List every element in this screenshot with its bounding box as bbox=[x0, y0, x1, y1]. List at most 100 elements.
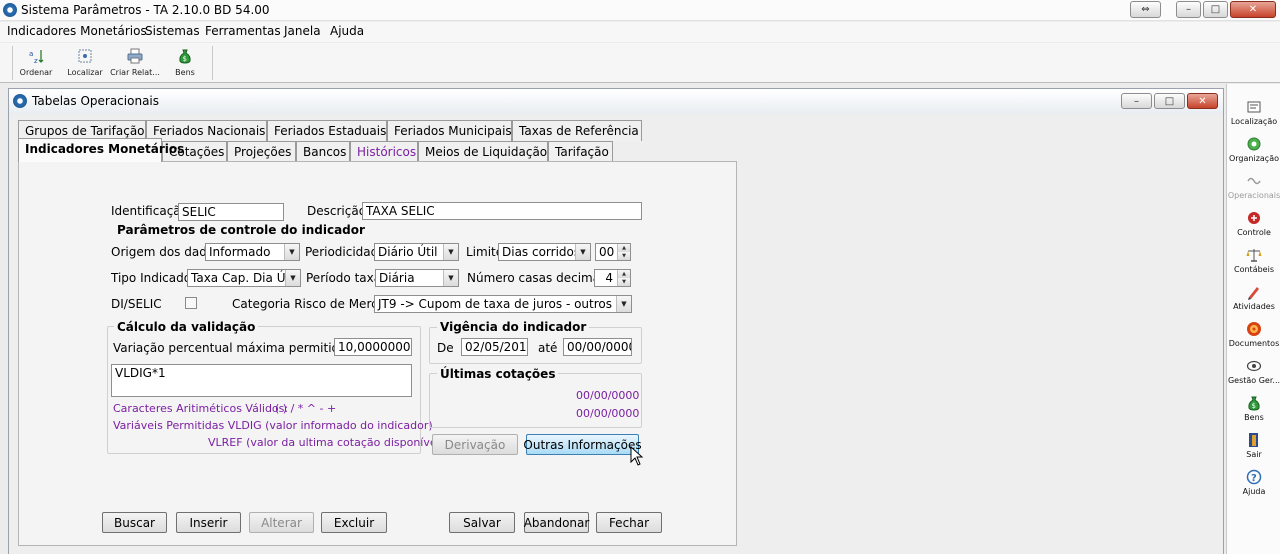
derivacao-button[interactable]: Derivação bbox=[432, 434, 518, 455]
alterar-button[interactable]: Alterar bbox=[249, 512, 314, 533]
tab-bancos[interactable]: Bancos bbox=[296, 141, 350, 162]
tab-indicadores-monetarios[interactable]: Indicadores Monetários bbox=[18, 138, 184, 162]
sidebar-item-sair[interactable]: Sair bbox=[1227, 431, 1280, 459]
sort-az-icon: az bbox=[26, 47, 46, 65]
money-bag-icon: $ bbox=[1245, 394, 1263, 412]
ultimas-cotacoes-title: Últimas cotações bbox=[437, 367, 559, 381]
restore-window-button[interactable]: ⇔ bbox=[1130, 1, 1161, 18]
svg-text:$: $ bbox=[1252, 402, 1256, 410]
bens-tool-button[interactable]: $ Bens bbox=[168, 47, 202, 77]
window-logo-icon bbox=[13, 94, 27, 108]
descricao-field[interactable]: TAXA SELIC bbox=[362, 202, 642, 220]
sidebar-item-controle[interactable]: Controle bbox=[1227, 209, 1280, 237]
categoria-select[interactable]: JT9 -> Cupom de taxa de juros - outros ▼ bbox=[374, 295, 632, 313]
ordenar-tool-button[interactable]: az Ordenar bbox=[16, 47, 56, 77]
window-minimize-button[interactable]: – bbox=[1121, 93, 1152, 109]
minimize-app-button[interactable]: – bbox=[1176, 1, 1201, 18]
menu-indicadores[interactable]: Indicadores Monetários bbox=[7, 24, 147, 38]
casas-decimais-label: Número casas decimais bbox=[467, 271, 610, 285]
tab-feriados-estaduais[interactable]: Feriados Estaduais bbox=[267, 120, 387, 141]
casas-decimais-stepper[interactable]: 4 ▲ ▼ bbox=[594, 269, 631, 287]
sidebar-item-documentos[interactable]: Documentos bbox=[1227, 320, 1280, 348]
spin-up-icon[interactable]: ▲ bbox=[617, 270, 630, 278]
sidebar-item-operacionais: Operacionais bbox=[1227, 172, 1280, 200]
sidebar-label-ajuda: Ajuda bbox=[1242, 487, 1266, 496]
categoria-value: JT9 -> Cupom de taxa de juros - outros bbox=[378, 297, 612, 311]
buscar-button[interactable]: Buscar bbox=[102, 512, 167, 533]
spin-down-icon[interactable]: ▼ bbox=[617, 278, 630, 286]
bens-label: Bens bbox=[175, 68, 195, 77]
outras-informacoes-button[interactable]: Outras Informações bbox=[523, 434, 642, 455]
inserir-button[interactable]: Inserir bbox=[176, 512, 241, 533]
tab-meios-liquidacao[interactable]: Meios de Liquidação bbox=[418, 141, 548, 162]
menu-janela[interactable]: Janela bbox=[284, 24, 321, 38]
variacao-label: Variação percentual máxima permitida bbox=[113, 341, 347, 355]
menu-sistemas[interactable]: Sistemas bbox=[145, 24, 200, 38]
pencil-icon bbox=[1245, 283, 1263, 301]
sidebar-item-organizacao[interactable]: Organização bbox=[1227, 135, 1280, 163]
organization-icon bbox=[1245, 135, 1263, 153]
variacao-field[interactable]: 10,0000000 bbox=[334, 338, 412, 356]
tipo-indicador-label: Tipo Indicador bbox=[111, 271, 197, 285]
localizar-tool-button[interactable]: Localizar bbox=[64, 47, 106, 77]
de-label: De bbox=[437, 341, 454, 355]
periodicidade-select[interactable]: Diário Útil ▼ bbox=[374, 243, 459, 261]
origem-select[interactable]: Informado ▼ bbox=[205, 243, 300, 261]
svg-text:?: ? bbox=[1251, 473, 1257, 484]
identificacao-field[interactable]: SELIC bbox=[178, 203, 284, 221]
spin-up-icon[interactable]: ▲ bbox=[617, 244, 630, 252]
tipo-indicador-select[interactable]: Taxa Cap. Dia Útil ▼ bbox=[187, 269, 301, 287]
sidebar-label-contabeis: Contábeis bbox=[1234, 265, 1274, 274]
tab-historicos[interactable]: Históricos bbox=[350, 141, 418, 162]
chevron-down-icon: ▼ bbox=[285, 270, 300, 286]
window-maximize-button[interactable]: □ bbox=[1154, 93, 1185, 109]
window-close-button[interactable]: ✕ bbox=[1187, 93, 1218, 109]
limite-select[interactable]: Dias corridos ▼ bbox=[498, 243, 591, 261]
criar-relatorio-tool-button[interactable]: Criar Relat... bbox=[110, 47, 160, 77]
tab-feriados-nacionais[interactable]: Feriados Nacionais bbox=[146, 120, 267, 141]
diselic-label: DI/SELIC bbox=[111, 297, 162, 311]
locate-icon bbox=[1245, 98, 1263, 116]
salvar-button[interactable]: Salvar bbox=[449, 512, 515, 533]
sidebar-item-ajuda[interactable]: ? Ajuda bbox=[1227, 468, 1280, 496]
vigencia-ate-field[interactable]: 00/00/0000 bbox=[563, 338, 632, 356]
window-title-bar: Tabelas Operacionais – □ ✕ bbox=[9, 89, 1223, 114]
formula-field[interactable]: VLDIG*1 bbox=[111, 364, 412, 397]
menu-bar: Indicadores Monetários Sistemas Ferramen… bbox=[0, 22, 1280, 42]
maximize-app-button[interactable]: □ bbox=[1203, 1, 1228, 18]
sidebar-item-atividades[interactable]: Atividades bbox=[1227, 283, 1280, 311]
sidebar-label-localizacao: Localização bbox=[1230, 117, 1278, 126]
localizar-label: Localizar bbox=[67, 68, 103, 77]
sidebar-item-contabeis[interactable]: Contábeis bbox=[1227, 246, 1280, 274]
control-icon bbox=[1245, 209, 1263, 227]
fechar-button[interactable]: Fechar bbox=[596, 512, 662, 533]
vigencia-de-field[interactable]: 02/05/2017 bbox=[461, 338, 528, 356]
periodo-taxa-select[interactable]: Diária ▼ bbox=[375, 269, 459, 287]
operations-icon bbox=[1245, 172, 1263, 190]
money-bag-icon: $ bbox=[175, 47, 195, 65]
tab-taxas-referencia[interactable]: Taxas de Referência bbox=[512, 120, 642, 141]
limite-value: Dias corridos bbox=[502, 245, 581, 259]
menu-ferramentas[interactable]: Ferramentas bbox=[205, 24, 281, 38]
sidebar-item-bens[interactable]: $ Bens bbox=[1227, 394, 1280, 422]
sidebar-item-localizacao[interactable]: Localização bbox=[1227, 98, 1280, 126]
criar-relatorio-label: Criar Relat... bbox=[110, 68, 160, 77]
tab-feriados-municipais[interactable]: Feriados Municipais bbox=[387, 120, 512, 141]
close-app-button[interactable]: ✕ bbox=[1230, 1, 1276, 18]
limite-stepper[interactable]: 00 ▲ ▼ bbox=[595, 243, 631, 261]
menu-ajuda[interactable]: Ajuda bbox=[330, 24, 364, 38]
sidebar-item-gestao[interactable]: Gestão Ger... bbox=[1227, 357, 1280, 385]
find-icon bbox=[75, 47, 95, 65]
spin-down-icon[interactable]: ▼ bbox=[617, 252, 630, 260]
tab-projecoes[interactable]: Projeções bbox=[227, 141, 296, 162]
sidebar-label-bens: Bens bbox=[1244, 413, 1264, 422]
printer-icon bbox=[125, 47, 145, 65]
tab-tarifacao[interactable]: Tarifação bbox=[548, 141, 613, 162]
app-title: Sistema Parâmetros - TA 2.10.0 BD 54.00 bbox=[21, 3, 270, 17]
params-group-title: Parâmetros de controle do indicador bbox=[114, 223, 368, 237]
sidebar-label-sair: Sair bbox=[1246, 450, 1262, 459]
diselic-checkbox[interactable] bbox=[185, 297, 197, 309]
abandonar-button[interactable]: Abandonar bbox=[524, 512, 589, 533]
excluir-button[interactable]: Excluir bbox=[321, 512, 387, 533]
periodo-taxa-label: Período taxa bbox=[306, 271, 382, 285]
